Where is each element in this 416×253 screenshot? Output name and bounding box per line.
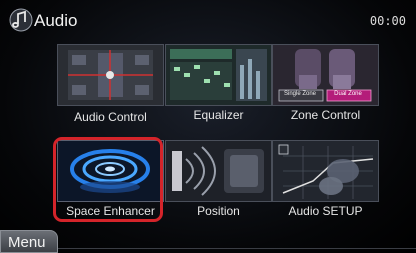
tile-label: Position	[197, 204, 240, 218]
page-title: Audio	[34, 11, 78, 30]
tile-label: Audio SETUP	[288, 204, 363, 218]
tile-audio-control[interactable]: Audio Control	[57, 44, 164, 129]
tile-audio-setup[interactable]: Audio SETUP	[272, 140, 379, 225]
header-bar: Audio 00:00	[0, 0, 416, 40]
menu-button[interactable]: Menu	[0, 230, 58, 253]
tile-equalizer[interactable]: Equalizer	[165, 44, 272, 129]
audio-note-icon	[9, 8, 33, 32]
audio-control-thumbnail	[57, 44, 164, 106]
clock: 00:00	[369, 14, 406, 28]
bottom-divider	[58, 248, 416, 249]
audio-setup-thumbnail	[272, 140, 379, 202]
equalizer-thumbnail	[165, 44, 272, 106]
tile-label: Equalizer	[193, 108, 244, 122]
tile-position[interactable]: Position	[165, 140, 272, 225]
tile-label: Audio Control	[74, 110, 147, 124]
position-thumbnail	[165, 140, 272, 202]
tile-zone-control[interactable]: Single Zone Dual Zone Zone Control	[272, 44, 379, 129]
selection-highlight	[53, 137, 163, 222]
dual-zone-button: Dual Zone	[334, 91, 362, 97]
audio-screen: Audio 00:00 Audio Control Equalizer Sing…	[0, 0, 416, 253]
single-zone-button: Single Zone	[283, 91, 317, 97]
tile-label: Zone Control	[290, 108, 361, 122]
menu-button-label: Menu	[8, 234, 46, 251]
